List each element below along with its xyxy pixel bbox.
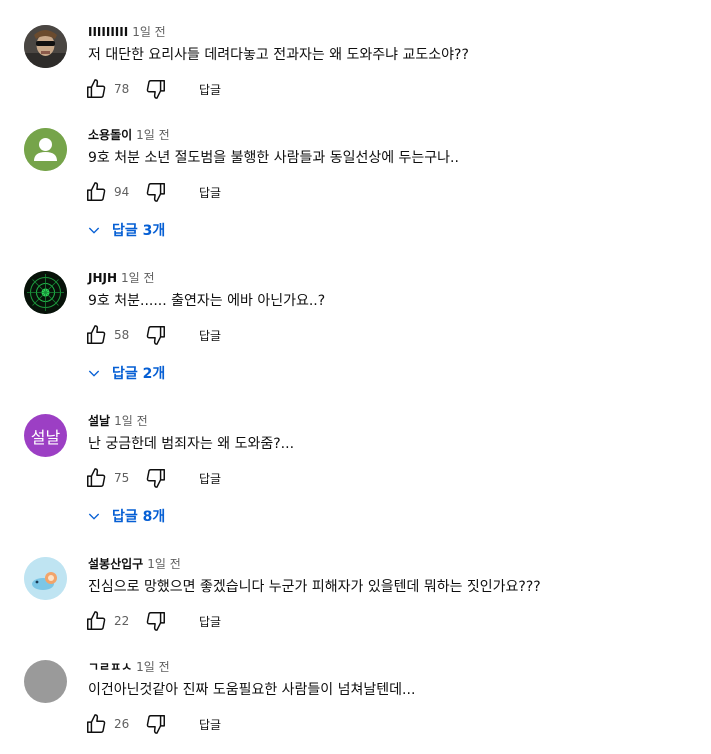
thumbs-down-icon <box>146 80 165 99</box>
comment-actions: 58 답글 <box>84 323 221 347</box>
view-replies-label: 답글 3개 <box>112 223 166 239</box>
like-button[interactable] <box>84 180 108 204</box>
view-replies-label: 답글 2개 <box>112 366 166 382</box>
comment-time[interactable]: 1일 전 <box>114 414 148 428</box>
chevron-down-icon <box>88 227 100 234</box>
dislike-button[interactable] <box>144 609 168 633</box>
comment-header: ㄱㄹㅍㅅ 1일 전 <box>88 658 170 676</box>
like-count: 22 <box>114 614 130 628</box>
comment-actions: 94 답글 <box>84 180 221 204</box>
view-replies-label: 답글 8개 <box>112 509 166 525</box>
comment-header: IIIIIIIII 1일 전 <box>88 23 166 41</box>
reply-button[interactable]: 답글 <box>199 470 221 487</box>
comment-author[interactable]: ㄱㄹㅍㅅ <box>88 660 132 674</box>
like-button[interactable] <box>84 609 108 633</box>
thumbs-down-icon <box>146 715 165 734</box>
comment-time[interactable]: 1일 전 <box>147 557 181 571</box>
reply-button[interactable]: 답글 <box>199 716 221 733</box>
chevron-down-icon <box>88 513 100 520</box>
radar-avatar-icon <box>24 271 67 314</box>
thumbs-up-icon <box>87 79 106 98</box>
thumbs-down-icon <box>146 326 165 345</box>
comment-header: 소용돌이 1일 전 <box>88 126 170 144</box>
comment-header: 설날 1일 전 <box>88 412 148 430</box>
chevron-down-icon <box>88 370 100 377</box>
comment-actions: 26 답글 <box>84 712 221 736</box>
comment-text: 난 궁금한데 범죄자는 왜 도와줌?... <box>88 436 295 452</box>
comment-header: 설봉산입구 1일 전 <box>88 555 181 573</box>
reply-button[interactable]: 답글 <box>199 184 221 201</box>
avatar[interactable] <box>24 557 67 600</box>
view-replies-button[interactable]: 답글 3개 <box>86 218 165 242</box>
thumbs-up-icon <box>87 714 106 733</box>
comment-author[interactable]: 설날 <box>88 414 110 428</box>
thumbs-up-icon <box>87 611 106 630</box>
reply-button[interactable]: 답글 <box>199 613 221 630</box>
comment-actions: 22 답글 <box>84 609 221 633</box>
comment-time[interactable]: 1일 전 <box>136 128 170 142</box>
like-button[interactable] <box>84 466 108 490</box>
comment-text: 9호 처분 소년 절도범을 불행한 사람들과 동일선상에 두는구나.. <box>88 150 459 166</box>
comment-author[interactable]: 소용돌이 <box>88 128 132 142</box>
comment-text: 이건아닌것같아 진짜 도움필요한 사람들이 넘쳐날텐데... <box>88 682 416 698</box>
avatar[interactable] <box>24 25 67 68</box>
like-count: 94 <box>114 185 130 199</box>
avatar[interactable] <box>24 660 67 703</box>
avatar[interactable]: 설날 <box>24 414 67 457</box>
comment-actions: 75 답글 <box>84 466 221 490</box>
comment-header: JHJH 1일 전 <box>88 269 155 287</box>
comment-actions: 78 답글 <box>84 77 221 101</box>
like-button[interactable] <box>84 712 108 736</box>
avatar-initials: 설날 <box>30 427 61 447</box>
dislike-button[interactable] <box>144 77 168 101</box>
dislike-button[interactable] <box>144 712 168 736</box>
like-button[interactable] <box>84 323 108 347</box>
thumbs-up-icon <box>87 325 106 344</box>
reply-button[interactable]: 답글 <box>199 81 221 98</box>
thumbs-down-icon <box>146 469 165 488</box>
comment-author[interactable]: JHJH <box>88 271 117 285</box>
default-person-icon <box>24 128 67 171</box>
comment-time[interactable]: 1일 전 <box>132 25 166 39</box>
avatar[interactable] <box>24 128 67 171</box>
like-button[interactable] <box>84 77 108 101</box>
avatar-photo-icon <box>24 25 67 68</box>
dislike-button[interactable] <box>144 323 168 347</box>
thumbs-down-icon <box>146 612 165 631</box>
thumbs-up-icon <box>87 468 106 487</box>
reply-button[interactable]: 답글 <box>199 327 221 344</box>
comment-text: 저 대단한 요리사들 데려다놓고 전과자는 왜 도와주냐 교도소야?? <box>88 47 469 63</box>
thumbs-up-icon <box>87 182 106 201</box>
cartoon-avatar-icon <box>24 557 67 600</box>
like-count: 75 <box>114 471 130 485</box>
comment-time[interactable]: 1일 전 <box>121 271 155 285</box>
avatar[interactable] <box>24 271 67 314</box>
dislike-button[interactable] <box>144 466 168 490</box>
like-count: 26 <box>114 717 130 731</box>
like-count: 58 <box>114 328 130 342</box>
thumbs-down-icon <box>146 183 165 202</box>
comment-author[interactable]: 설봉산입구 <box>88 557 143 571</box>
dislike-button[interactable] <box>144 180 168 204</box>
comment-author[interactable]: IIIIIIIII <box>88 25 128 39</box>
view-replies-button[interactable]: 답글 2개 <box>86 361 165 385</box>
comment-text: 진심으로 망했으면 좋겠습니다 누군가 피해자가 있을텐데 뭐하는 짓인가요??… <box>88 579 541 595</box>
view-replies-button[interactable]: 답글 8개 <box>86 504 165 528</box>
like-count: 78 <box>114 82 130 96</box>
comment-text: 9호 처분...... 출연자는 에바 아닌가요..? <box>88 293 326 309</box>
comment-time[interactable]: 1일 전 <box>136 660 170 674</box>
